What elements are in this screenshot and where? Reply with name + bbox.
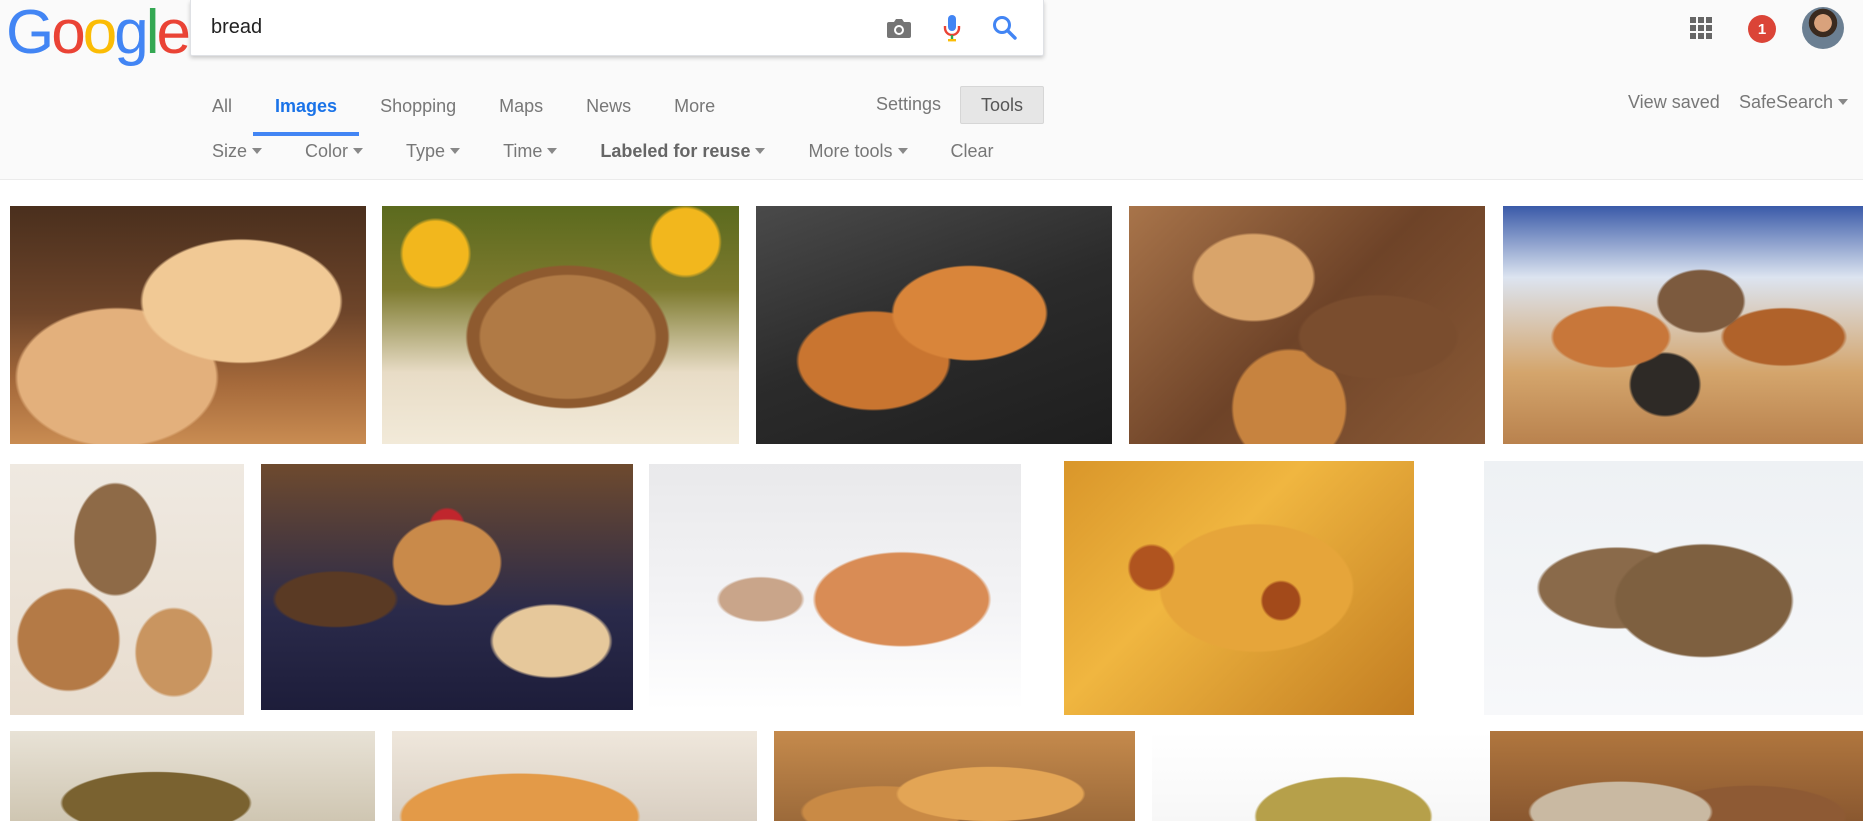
tab-images[interactable]: Images — [253, 92, 360, 136]
tab-maps[interactable]: Maps — [499, 92, 565, 136]
tool-usage-rights[interactable]: Labeled for reuse — [600, 141, 766, 162]
image-result-bread-in-cloth[interactable] — [10, 731, 375, 821]
view-saved-link[interactable]: View saved — [1628, 92, 1720, 113]
tool-color[interactable]: Color — [305, 141, 364, 162]
logo-letter: g — [114, 0, 149, 67]
image-result-round-loaf[interactable] — [1152, 731, 1500, 821]
settings-link[interactable]: Settings — [876, 94, 941, 115]
image-result-rolls-pretzels[interactable] — [1503, 206, 1863, 444]
image-result-baguettes[interactable] — [756, 206, 1112, 444]
tool-time[interactable]: Time — [503, 141, 558, 162]
logo-letter: o — [51, 0, 86, 67]
tool-label: Color — [305, 141, 349, 161]
logo-letter: o — [82, 0, 118, 67]
tool-clear[interactable]: Clear — [951, 141, 994, 162]
tools-button[interactable]: Tools — [960, 86, 1044, 124]
camera-icon[interactable] — [883, 12, 915, 44]
caret-down-icon — [755, 148, 766, 154]
tab-all[interactable]: All — [212, 92, 254, 136]
caret-down-icon — [547, 148, 558, 154]
search-box — [190, 0, 1044, 56]
tools-bar: Size Color Type Time Labeled for reuse M… — [212, 141, 1037, 162]
safesearch-label: SafeSearch — [1739, 92, 1834, 112]
tool-size[interactable]: Size — [212, 141, 263, 162]
logo-letter: G — [6, 0, 54, 67]
caret-down-icon — [897, 148, 908, 154]
tool-label: Type — [406, 141, 446, 161]
search-input[interactable] — [211, 8, 851, 46]
caret-down-icon — [252, 148, 263, 154]
image-result-sliced-bread-knife[interactable] — [649, 464, 1021, 710]
image-result-sourdough[interactable] — [1490, 731, 1863, 821]
image-result-toast[interactable] — [392, 731, 757, 821]
safesearch-menu[interactable]: SafeSearch — [1739, 92, 1849, 113]
caret-down-icon — [1838, 99, 1849, 105]
tab-news[interactable]: News — [586, 92, 653, 136]
image-result-seeded-loaf[interactable] — [382, 206, 739, 444]
logo-letter: l — [145, 0, 160, 67]
image-result-bread-assortment[interactable] — [1129, 206, 1485, 444]
tab-shopping[interactable]: Shopping — [380, 92, 478, 136]
tool-label: Time — [503, 141, 543, 161]
image-result-whole-wheat-slices[interactable] — [1484, 461, 1863, 715]
image-result-bread-basket[interactable] — [261, 464, 633, 710]
google-logo[interactable]: Google — [6, 0, 191, 67]
caret-down-icon — [450, 148, 461, 154]
tool-label: More tools — [808, 141, 893, 161]
account-avatar[interactable] — [1802, 7, 1844, 49]
search-icon[interactable] — [989, 12, 1021, 44]
header: Google All Images Shopping Maps News Mor… — [0, 0, 1863, 180]
tool-type[interactable]: Type — [406, 141, 461, 162]
tool-label: Size — [212, 141, 248, 161]
image-result-rustic-loaves[interactable] — [10, 464, 244, 715]
microphone-icon[interactable] — [936, 12, 968, 44]
caret-down-icon — [353, 148, 364, 154]
search-tabs: All Images Shopping Maps News More — [212, 92, 758, 136]
tab-more[interactable]: More — [674, 92, 737, 136]
notification-badge[interactable]: 1 — [1748, 15, 1776, 43]
image-result-sliced-loaf[interactable] — [10, 206, 366, 444]
apps-grid-icon[interactable] — [1690, 17, 1712, 39]
image-result-flatbread[interactable] — [1064, 461, 1414, 715]
logo-letter: e — [156, 0, 191, 67]
tool-label: Labeled for reuse — [600, 141, 751, 161]
image-result-bakery-rolls[interactable] — [774, 731, 1135, 821]
tool-more-tools[interactable]: More tools — [808, 141, 908, 162]
